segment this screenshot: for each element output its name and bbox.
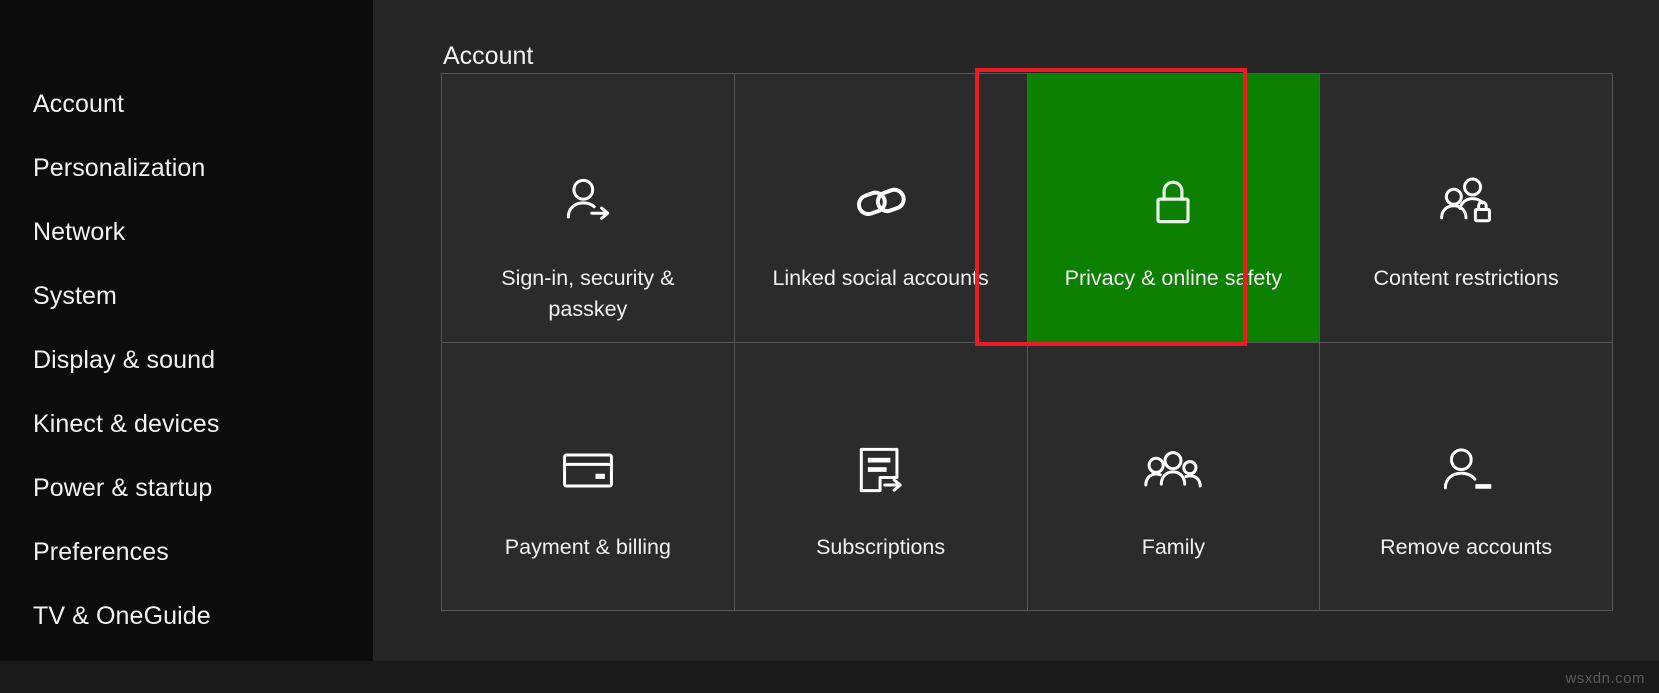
tile-sign-in-security-passkey[interactable]: Sign-in, security & passkey: [442, 74, 735, 343]
document-arrow-icon: [849, 438, 913, 502]
tile-remove-accounts[interactable]: Remove accounts: [1320, 342, 1613, 611]
tile-content-restrictions[interactable]: Content restrictions: [1320, 74, 1613, 343]
tile-payment-billing[interactable]: Payment & billing: [442, 342, 735, 611]
tile-linked-social-accounts[interactable]: Linked social accounts: [734, 74, 1028, 343]
credit-card-icon: [556, 438, 620, 502]
people-group-icon: [1141, 438, 1205, 502]
people-lock-icon: [1434, 169, 1498, 233]
sidebar-item-label: Kinect & devices: [33, 410, 220, 438]
sidebar-item-tv-oneguide[interactable]: TV & OneGuide: [33, 584, 373, 648]
tile-label: Linked social accounts: [772, 266, 989, 290]
link-icon: [849, 169, 913, 233]
sidebar-item-account[interactable]: Account: [33, 72, 373, 136]
tile-label: Content restrictions: [1373, 266, 1559, 290]
sidebar-item-kinect-devices[interactable]: Kinect & devices: [33, 392, 373, 456]
tile-label: Payment & billing: [504, 534, 671, 559]
sidebar-item-preferences[interactable]: Preferences: [33, 520, 373, 584]
sidebar-item-system[interactable]: System: [33, 264, 373, 328]
sidebar-item-label: Preferences: [33, 538, 169, 566]
account-tile-grid: Sign-in, security & passkey Linked socia…: [441, 73, 1613, 611]
tile-label: Privacy & online safety: [1064, 266, 1283, 290]
xbox-settings-screen: Account Personalization Network System D…: [0, 0, 1659, 693]
tile-subscriptions[interactable]: Subscriptions: [734, 342, 1028, 611]
settings-content: Account Sign-in, security & passkey Link…: [373, 0, 1659, 693]
sidebar-nav-list: Account Personalization Network System D…: [33, 72, 373, 648]
sidebar-item-label: Display & sound: [33, 346, 216, 374]
page-title: Account: [443, 41, 534, 70]
sidebar-item-label: Network: [33, 218, 126, 246]
lock-icon: [1141, 169, 1205, 233]
person-minus-icon: [1434, 438, 1498, 502]
sidebar-item-personalization[interactable]: Personalization: [33, 136, 373, 200]
tile-family[interactable]: Family: [1027, 342, 1321, 611]
person-arrow-icon: [556, 169, 620, 233]
bottom-strip: [0, 661, 1659, 693]
tile-label: Subscriptions: [816, 534, 946, 559]
sidebar-item-power-startup[interactable]: Power & startup: [33, 456, 373, 520]
sidebar-item-label: Personalization: [33, 154, 206, 182]
sidebar-item-label: TV & OneGuide: [33, 602, 211, 630]
sidebar-item-network[interactable]: Network: [33, 200, 373, 264]
sidebar-item-label: Power & startup: [33, 474, 213, 502]
sidebar-item-label: Account: [33, 90, 125, 118]
sidebar-item-display-sound[interactable]: Display & sound: [33, 328, 373, 392]
settings-sidebar: Account Personalization Network System D…: [0, 0, 373, 693]
sidebar-item-label: System: [33, 282, 117, 310]
tile-label: Remove accounts: [1380, 534, 1553, 559]
tile-privacy-online-safety[interactable]: Privacy & online safety: [1027, 74, 1321, 343]
tile-label: Sign-in, security & passkey: [501, 266, 675, 321]
tile-label: Family: [1141, 534, 1206, 559]
